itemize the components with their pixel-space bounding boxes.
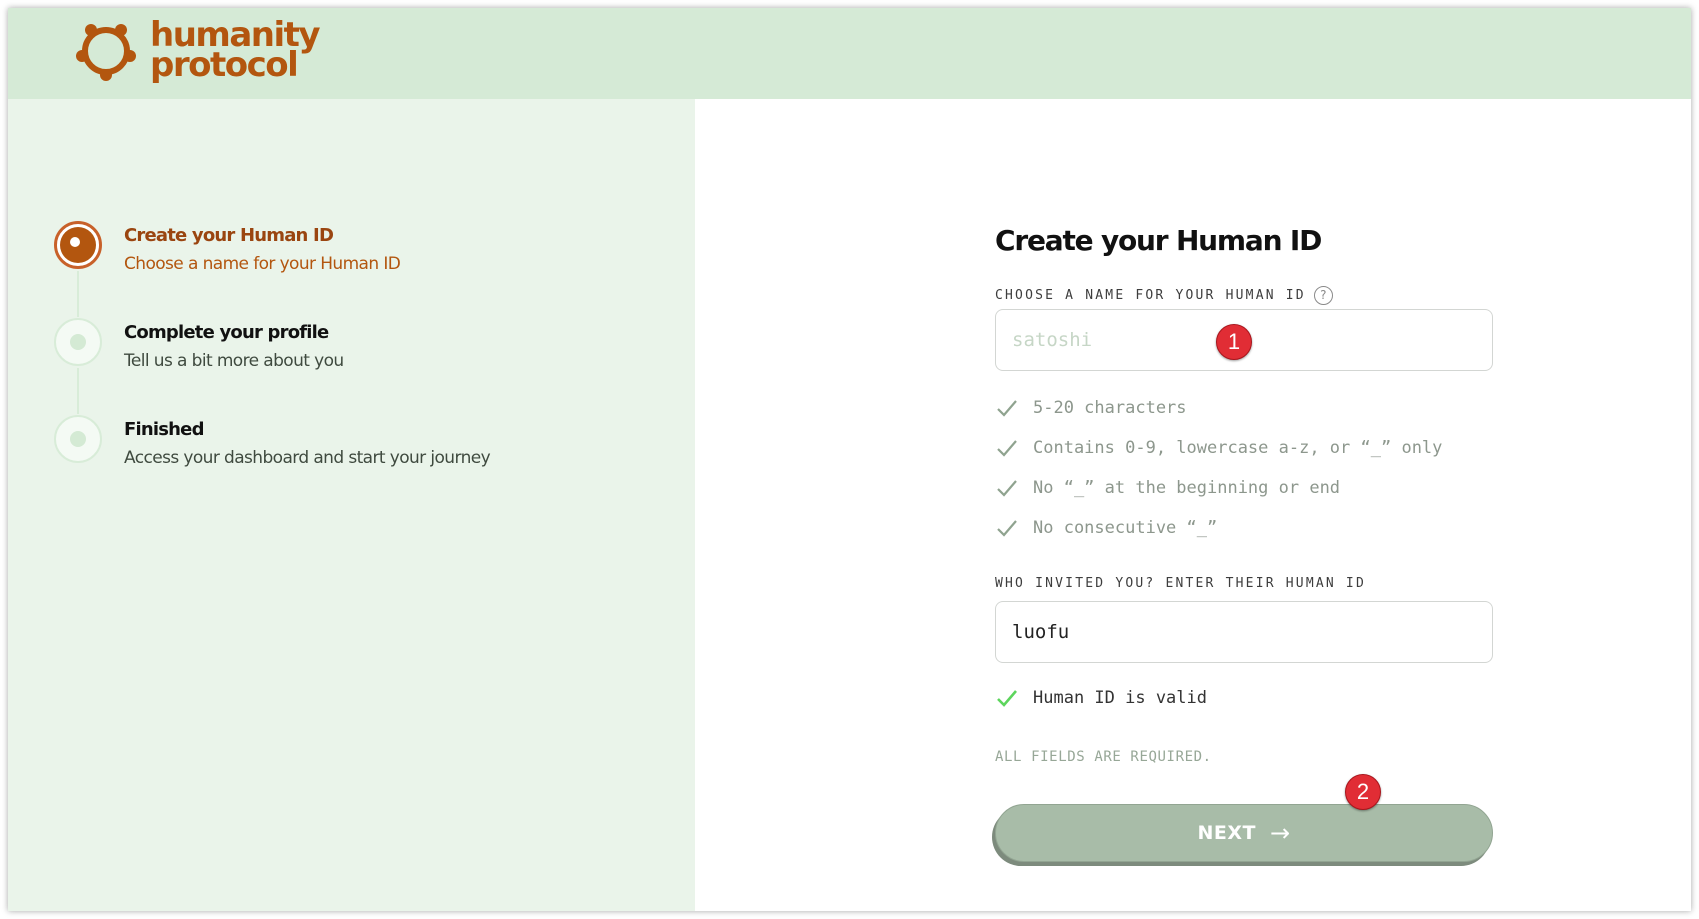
step-subtitle: Access your dashboard and start your jou… (124, 448, 491, 468)
annotation-badge-2: 2 (1345, 774, 1381, 810)
top-header: humanity protocol (8, 8, 1691, 99)
check-icon (997, 440, 1017, 457)
inviter-valid-status: Human ID is valid (995, 678, 1493, 718)
app-window: humanity protocol Create your Human ID C… (8, 8, 1691, 911)
rule-text: No “_” at the beginning or end (1033, 478, 1341, 498)
step-indicator (54, 415, 102, 463)
check-icon (997, 480, 1017, 497)
page-title: Create your Human ID (995, 224, 1322, 257)
create-human-id-form: Create your Human ID CHOOSE A NAME FOR Y… (995, 224, 1493, 862)
check-icon (997, 520, 1017, 537)
rule-text: No consecutive “_” (1033, 518, 1218, 538)
step-indicator-active (54, 221, 102, 269)
inviter-id-input[interactable]: luofu (995, 601, 1493, 663)
invite-field-label-text: WHO INVITED YOU? ENTER THEIR HUMAN ID (995, 575, 1366, 591)
rule-length: 5-20 characters (995, 388, 1493, 428)
help-icon[interactable]: ? (1313, 285, 1333, 305)
step-indicator (54, 318, 102, 366)
rule-consecutive-underscore: No consecutive “_” (995, 508, 1493, 548)
rule-text: 5-20 characters (1033, 398, 1187, 418)
annotation-badge-1: 1 (1216, 324, 1252, 360)
arrow-right-icon: → (1269, 819, 1291, 847)
humanity-logo-icon (76, 24, 136, 81)
valid-check-icon (997, 690, 1017, 707)
step-connector (77, 271, 79, 317)
step-connector (77, 368, 79, 414)
valid-message: Human ID is valid (1033, 688, 1207, 708)
name-field-label-text: CHOOSE A NAME FOR YOUR HUMAN ID (995, 287, 1306, 303)
rule-charset: Contains 0-9, lowercase a-z, or “_” only (995, 428, 1493, 468)
step-subtitle: Tell us a bit more about you (124, 351, 344, 371)
brand-line-2: protocol (150, 45, 299, 85)
brand-wordmark: humanity protocol (150, 18, 321, 85)
rule-underscore-edges: No “_” at the beginning or end (995, 468, 1493, 508)
next-button[interactable]: NEXT → (995, 804, 1493, 862)
rule-text: Contains 0-9, lowercase a-z, or “_” only (1033, 438, 1443, 458)
inviter-id-value: luofu (1012, 621, 1070, 643)
required-note: ALL FIELDS ARE REQUIRED. (995, 749, 1212, 765)
step-title: Finished (124, 419, 204, 440)
check-icon (997, 400, 1017, 417)
step-subtitle: Choose a name for your Human ID (124, 254, 401, 274)
name-field-label: CHOOSE A NAME FOR YOUR HUMAN ID ? (995, 285, 1493, 305)
human-id-placeholder: satoshi (1012, 329, 1093, 351)
next-button-label: NEXT (1197, 822, 1256, 844)
brand-logo[interactable]: humanity protocol (74, 18, 321, 85)
progress-sidebar: Create your Human ID Choose a name for y… (8, 99, 695, 911)
validation-rules: 5-20 characters Contains 0-9, lowercase … (995, 388, 1493, 548)
step-title: Complete your profile (124, 322, 329, 343)
step-title: Create your Human ID (124, 225, 334, 246)
invite-field-label: WHO INVITED YOU? ENTER THEIR HUMAN ID (995, 574, 1493, 592)
